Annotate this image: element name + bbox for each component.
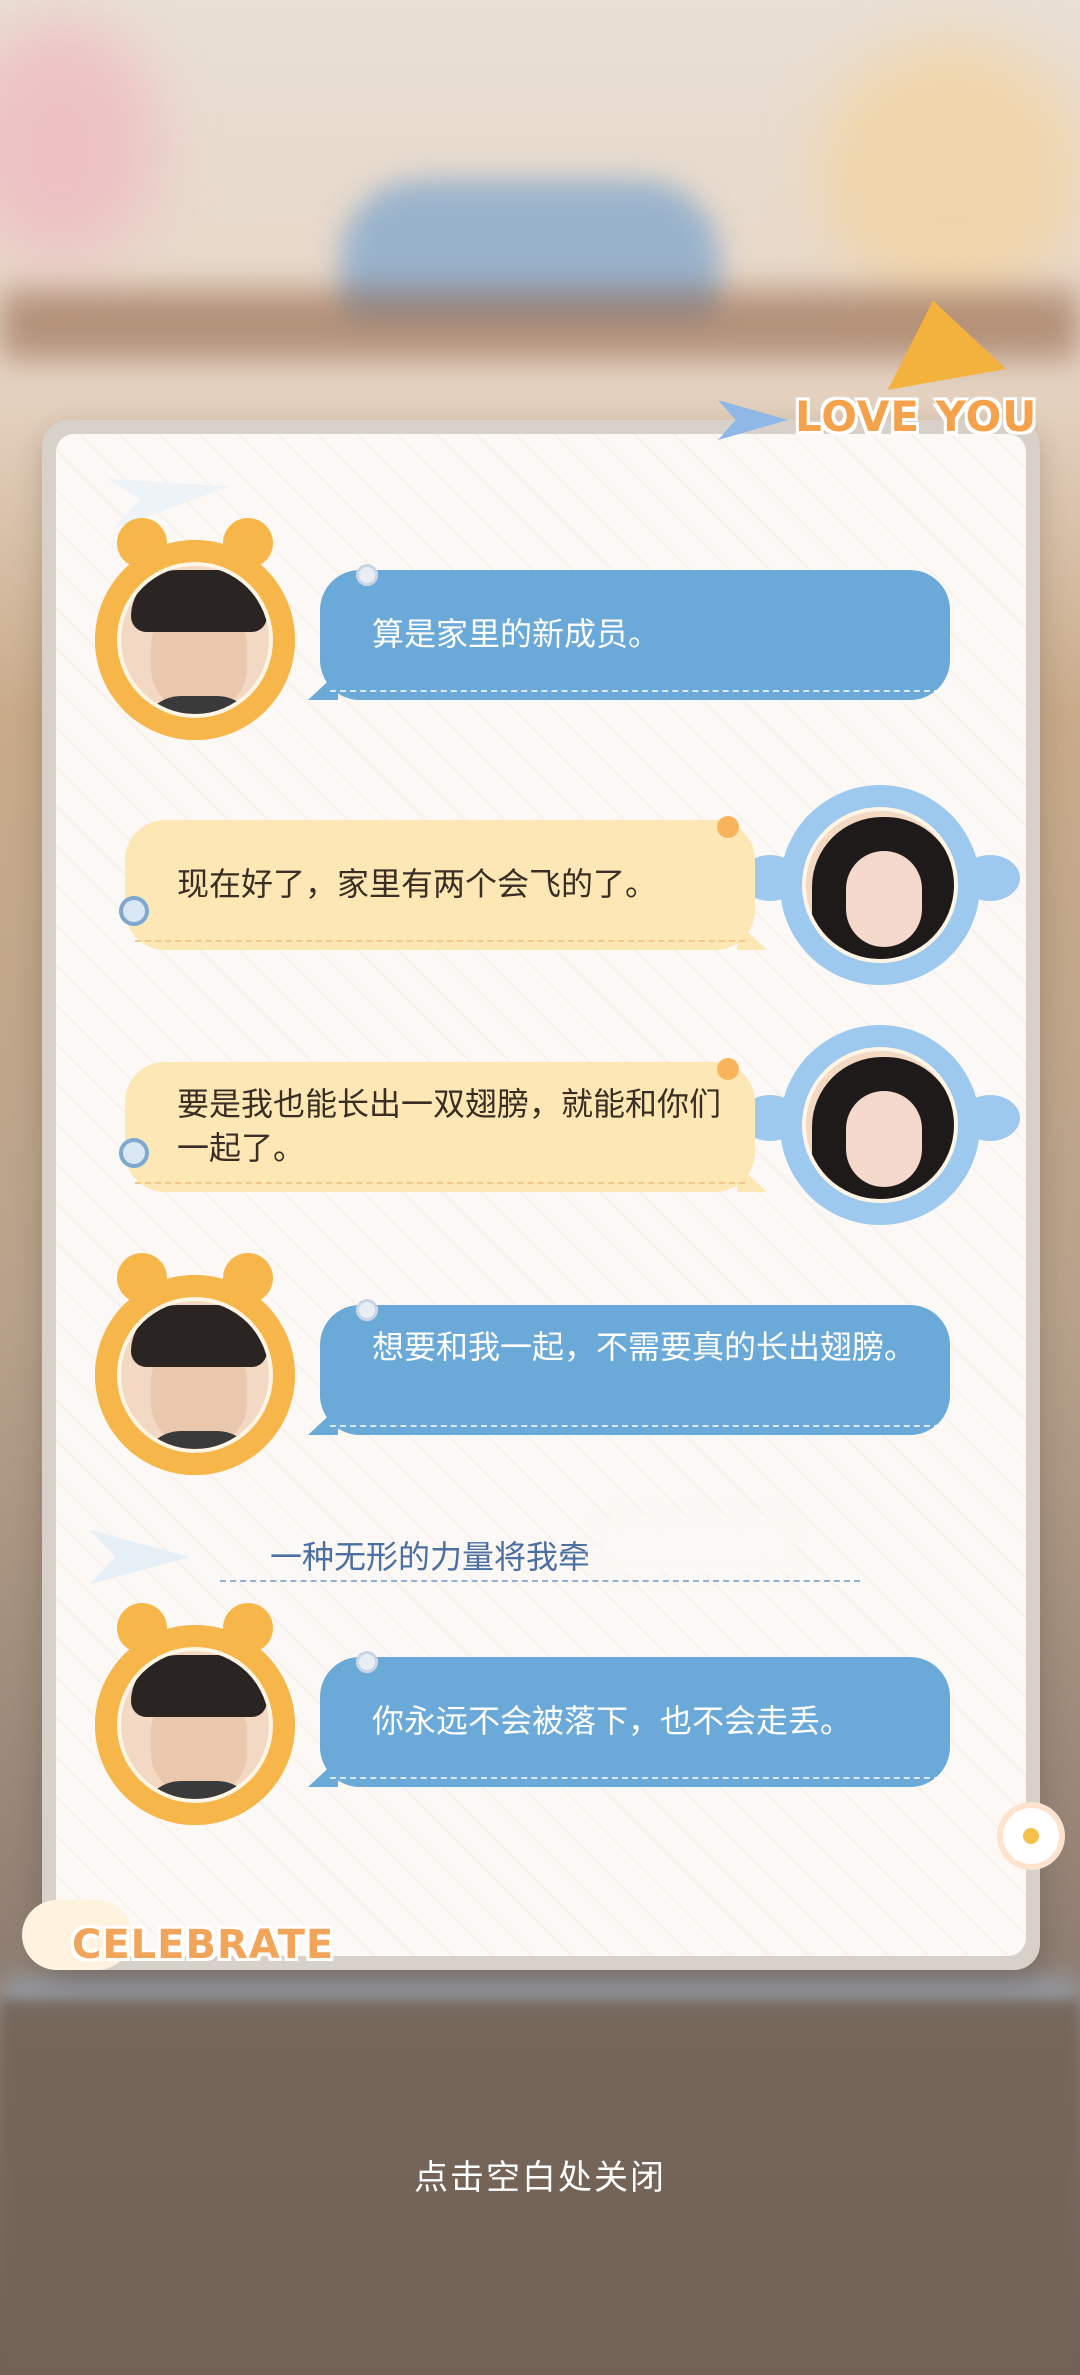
message-text: 算是家里的新成员。 [372, 615, 661, 653]
avatar-portrait [802, 1047, 958, 1203]
close-hint[interactable]: 点击空白处关闭 [0, 2150, 1080, 2199]
avatar-portrait [117, 1647, 273, 1803]
celebrate-tag: CELEBRATE [72, 1922, 335, 1968]
message-bubble: 想要和我一起，不需要真的长出翅膀。 [308, 1299, 950, 1435]
message-text: 想要和我一起，不需要真的长出翅膀。 [372, 1328, 917, 1366]
bubble-pin-icon [356, 1651, 378, 1673]
message-bubble: 算是家里的新成员。 [308, 564, 950, 700]
bubble-pin-icon [356, 1299, 378, 1321]
male-avatar[interactable] [95, 1603, 295, 1825]
bubble-badge-icon [119, 896, 149, 926]
flower-icon [1003, 1808, 1059, 1864]
message-text: 要是我也能长出一双翅膀，就能和你们一起了。 [177, 1085, 722, 1167]
message-bubble: 现在好了，家里有两个会飞的了。 [119, 816, 767, 950]
message-text: 你永远不会被落下，也不会走丢。 [372, 1702, 853, 1740]
bubble-badge-icon [119, 1138, 149, 1168]
bubble-pin-icon [717, 1058, 739, 1080]
background-blob [0, 20, 160, 260]
male-avatar[interactable] [95, 1253, 295, 1475]
female-avatar[interactable] [740, 785, 1020, 985]
message-text: 现在好了，家里有两个会飞的了。 [177, 865, 658, 903]
narration-blur [600, 1520, 790, 1570]
female-avatar[interactable] [740, 1025, 1020, 1225]
avatar-portrait [117, 562, 273, 718]
background-blob [820, 40, 1080, 300]
bubble-pin-icon [356, 564, 378, 586]
message-bubble: 要是我也能长出一双翅膀，就能和你们一起了。 [119, 1058, 767, 1192]
avatar-portrait [117, 1297, 273, 1453]
bubble-pin-icon [717, 816, 739, 838]
narration-text: 一种无形的力量将我牵 [270, 1538, 591, 1576]
message-bubble: 你永远不会被落下，也不会走丢。 [308, 1651, 950, 1787]
narration-divider [220, 1580, 860, 1582]
avatar-portrait [802, 807, 958, 963]
male-avatar[interactable] [95, 518, 295, 740]
love-you-tag: LOVE YOU [795, 392, 1038, 441]
